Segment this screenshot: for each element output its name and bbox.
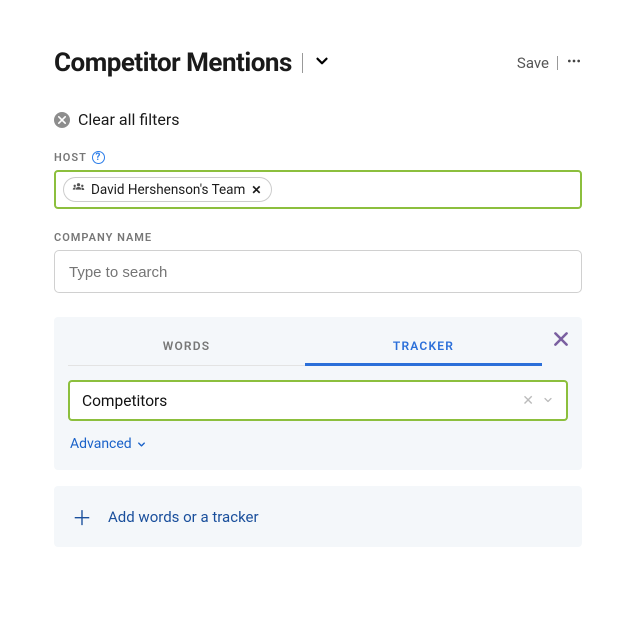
chip-remove-icon[interactable]: ✕ — [251, 183, 261, 197]
team-icon — [72, 181, 85, 198]
page-title: Competitor Mentions — [54, 48, 292, 78]
close-circle-icon — [54, 112, 70, 128]
host-label: HOST ? — [54, 151, 582, 164]
divider-vertical — [302, 53, 303, 73]
host-chip-label: David Hershenson's Team — [91, 182, 245, 198]
save-button[interactable]: Save — [517, 54, 549, 72]
help-icon[interactable]: ? — [92, 151, 105, 164]
chevron-down-icon[interactable] — [313, 52, 331, 74]
more-menu-icon[interactable] — [566, 53, 582, 73]
words-tracker-panel: WORDS TRACKER Competitors ✕ Advanced — [54, 317, 582, 470]
advanced-toggle[interactable]: Advanced — [68, 436, 147, 452]
divider-vertical — [557, 56, 558, 70]
tracker-clear-icon[interactable]: ✕ — [522, 393, 534, 409]
panel-close-icon[interactable] — [554, 331, 568, 350]
plus-icon: ＋ — [72, 502, 92, 531]
host-input[interactable]: David Hershenson's Team ✕ — [54, 170, 582, 209]
add-row-label: Add words or a tracker — [108, 508, 259, 526]
chevron-down-icon[interactable] — [542, 391, 554, 410]
tracker-select[interactable]: Competitors ✕ — [68, 380, 568, 421]
company-label: COMPANY NAME — [54, 231, 582, 244]
company-search-input[interactable] — [69, 264, 567, 281]
tracker-value: Competitors — [82, 392, 167, 410]
host-chip[interactable]: David Hershenson's Team ✕ — [63, 177, 272, 202]
company-input-wrapper[interactable] — [54, 250, 582, 293]
add-words-tracker-button[interactable]: ＋ Add words or a tracker — [54, 486, 582, 547]
clear-filters-label: Clear all filters — [78, 110, 180, 129]
clear-all-filters[interactable]: Clear all filters — [54, 110, 582, 129]
tab-tracker[interactable]: TRACKER — [305, 331, 542, 366]
tab-words[interactable]: WORDS — [68, 331, 305, 365]
